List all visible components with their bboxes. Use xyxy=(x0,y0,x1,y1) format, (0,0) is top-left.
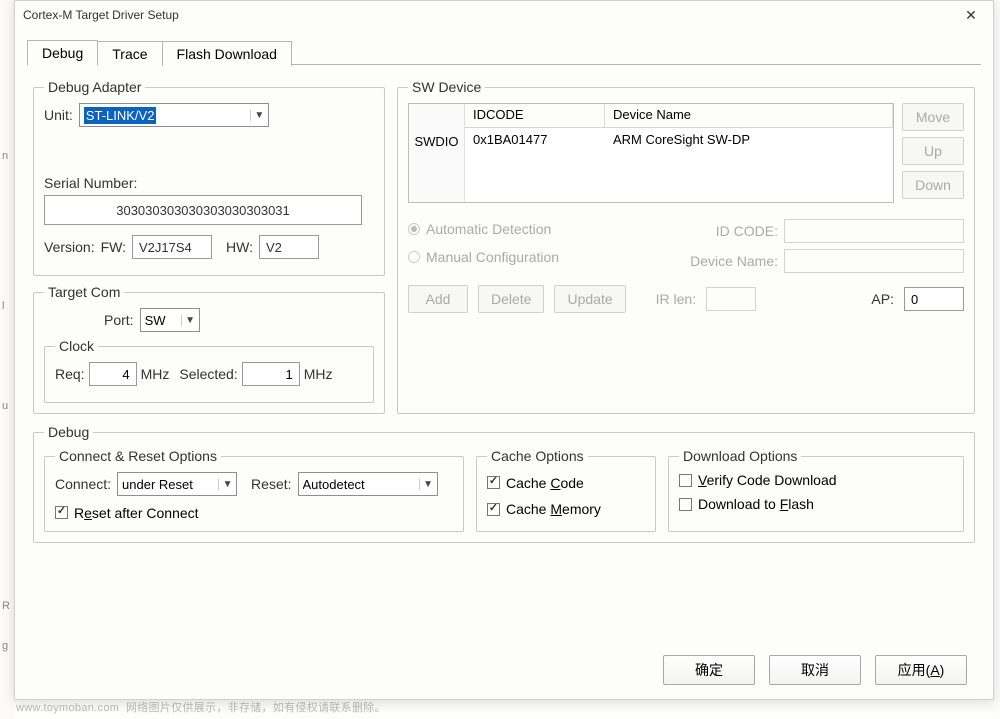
checkbox-icon xyxy=(55,506,68,519)
add-button: Add xyxy=(408,285,468,313)
check-cache-memory[interactable]: Cache Memory xyxy=(487,501,601,517)
connect-label: Connect: xyxy=(55,476,111,492)
dialog-cortex-m-target-driver-setup: Cortex-M Target Driver Setup ✕ Debug Tra… xyxy=(14,0,994,700)
update-button: Update xyxy=(554,285,625,313)
legend-connect-reset: Connect & Reset Options xyxy=(55,448,221,464)
reset-select[interactable]: Autodetect ▼ xyxy=(298,472,438,496)
group-cache-options: Cache Options Cache Code Cache Memory xyxy=(476,448,656,532)
cancel-button[interactable]: 取消 xyxy=(769,655,861,685)
check-cache-code[interactable]: Cache Code xyxy=(487,475,584,491)
apply-button[interactable]: 应用(A) xyxy=(875,655,967,685)
device-name-label: Device Name: xyxy=(690,253,778,269)
serial-number-field: 303030303030303030303031 xyxy=(44,195,362,225)
selected-field: 1 xyxy=(242,362,300,386)
col-idcode: IDCODE xyxy=(465,104,605,127)
idcode-label: ID CODE: xyxy=(716,223,778,239)
radio-icon xyxy=(408,223,420,235)
col-device-name: Device Name xyxy=(605,104,893,127)
ap-label: AP: xyxy=(871,291,894,307)
idcode-field xyxy=(784,219,964,243)
radio-manual-configuration: Manual Configuration xyxy=(408,249,559,265)
background-strip: n l u R g xyxy=(0,0,14,719)
chevron-down-icon: ▼ xyxy=(218,479,234,490)
check-download-to-flash[interactable]: Download to Flash xyxy=(679,496,814,512)
up-button: Up xyxy=(902,137,964,165)
cell-idcode: 0x1BA01477 xyxy=(465,128,605,154)
sw-device-table: SWDIO IDCODE Device Name 0x1BA01477 ARM … xyxy=(408,103,894,203)
tab-flash-download[interactable]: Flash Download xyxy=(162,41,292,66)
dialog-footer: 确定 取消 应用(A) xyxy=(27,645,981,699)
page-footer-note: www.toymoban.com 网络图片仅供展示，非存储，如有侵权请联系删除。 xyxy=(16,699,386,715)
window-title: Cortex-M Target Driver Setup xyxy=(23,8,957,22)
checkbox-icon xyxy=(487,503,500,516)
legend-clock: Clock xyxy=(55,338,98,354)
device-name-field xyxy=(784,249,964,273)
group-debug: Debug Connect & Reset Options Connect: u… xyxy=(33,424,975,543)
delete-button: Delete xyxy=(478,285,544,313)
irlen-label: IR len: xyxy=(656,291,696,307)
hw-label: HW: xyxy=(226,239,253,255)
port-select[interactable]: SW ▼ xyxy=(140,308,200,332)
irlen-field xyxy=(706,287,756,311)
version-label: Version: xyxy=(44,239,95,255)
unit-label: Unit: xyxy=(44,107,73,123)
group-clock: Clock Req: 4 MHz Selected: 1 MHz xyxy=(44,338,374,403)
legend-debug: Debug xyxy=(44,424,93,440)
hw-field: V2 xyxy=(259,235,319,259)
chevron-down-icon: ▼ xyxy=(419,479,435,490)
close-icon[interactable]: ✕ xyxy=(957,7,985,24)
selected-label: Selected: xyxy=(179,366,237,382)
fw-label: FW: xyxy=(101,239,126,255)
req-label: Req: xyxy=(55,366,85,382)
req-field[interactable]: 4 xyxy=(89,362,137,386)
legend-download-options: Download Options xyxy=(679,448,801,464)
group-download-options: Download Options Verify Code Download Do… xyxy=(668,448,964,532)
radio-automatic-detection: Automatic Detection xyxy=(408,221,551,237)
group-sw-device: SW Device SWDIO IDCODE Device Name xyxy=(397,79,975,414)
checkbox-icon xyxy=(679,474,692,487)
chevron-down-icon: ▼ xyxy=(250,110,266,121)
cell-device-name: ARM CoreSight SW-DP xyxy=(605,128,893,154)
legend-sw-device: SW Device xyxy=(408,79,485,95)
port-label: Port: xyxy=(104,312,134,328)
group-target-com: Target Com Port: SW ▼ Clock Req: xyxy=(33,284,385,414)
ap-field[interactable]: 0 xyxy=(904,287,964,311)
connect-select[interactable]: under Reset ▼ xyxy=(117,472,237,496)
reset-label: Reset: xyxy=(251,476,291,492)
legend-cache-options: Cache Options xyxy=(487,448,588,464)
tab-debug[interactable]: Debug xyxy=(27,40,98,66)
fw-field: V2J17S4 xyxy=(132,235,212,259)
ok-button[interactable]: 确定 xyxy=(663,655,755,685)
checkbox-icon xyxy=(487,476,500,489)
legend-target-com: Target Com xyxy=(44,284,124,300)
table-row[interactable]: 0x1BA01477 ARM CoreSight SW-DP xyxy=(465,128,893,154)
sw-row-header: SWDIO xyxy=(409,104,465,202)
group-connect-reset: Connect & Reset Options Connect: under R… xyxy=(44,448,464,532)
selected-unit: MHz xyxy=(304,366,333,382)
serial-label: Serial Number: xyxy=(44,175,374,191)
radio-icon xyxy=(408,251,420,263)
req-unit: MHz xyxy=(141,366,170,382)
chevron-down-icon: ▼ xyxy=(181,315,197,326)
checkbox-icon xyxy=(679,498,692,511)
titlebar: Cortex-M Target Driver Setup ✕ xyxy=(15,1,993,29)
tab-trace[interactable]: Trace xyxy=(97,41,162,66)
legend-debug-adapter: Debug Adapter xyxy=(44,79,145,95)
group-debug-adapter: Debug Adapter Unit: ST-LINK/V2 ▼ Serial … xyxy=(33,79,385,276)
move-button: Move xyxy=(902,103,964,131)
down-button: Down xyxy=(902,171,964,199)
unit-select[interactable]: ST-LINK/V2 ▼ xyxy=(79,103,269,127)
check-reset-after-connect[interactable]: Reset after Connect xyxy=(55,505,199,521)
check-verify-code-download[interactable]: Verify Code Download xyxy=(679,472,837,488)
tab-bar: Debug Trace Flash Download xyxy=(27,37,981,65)
unit-value: ST-LINK/V2 xyxy=(84,107,157,124)
